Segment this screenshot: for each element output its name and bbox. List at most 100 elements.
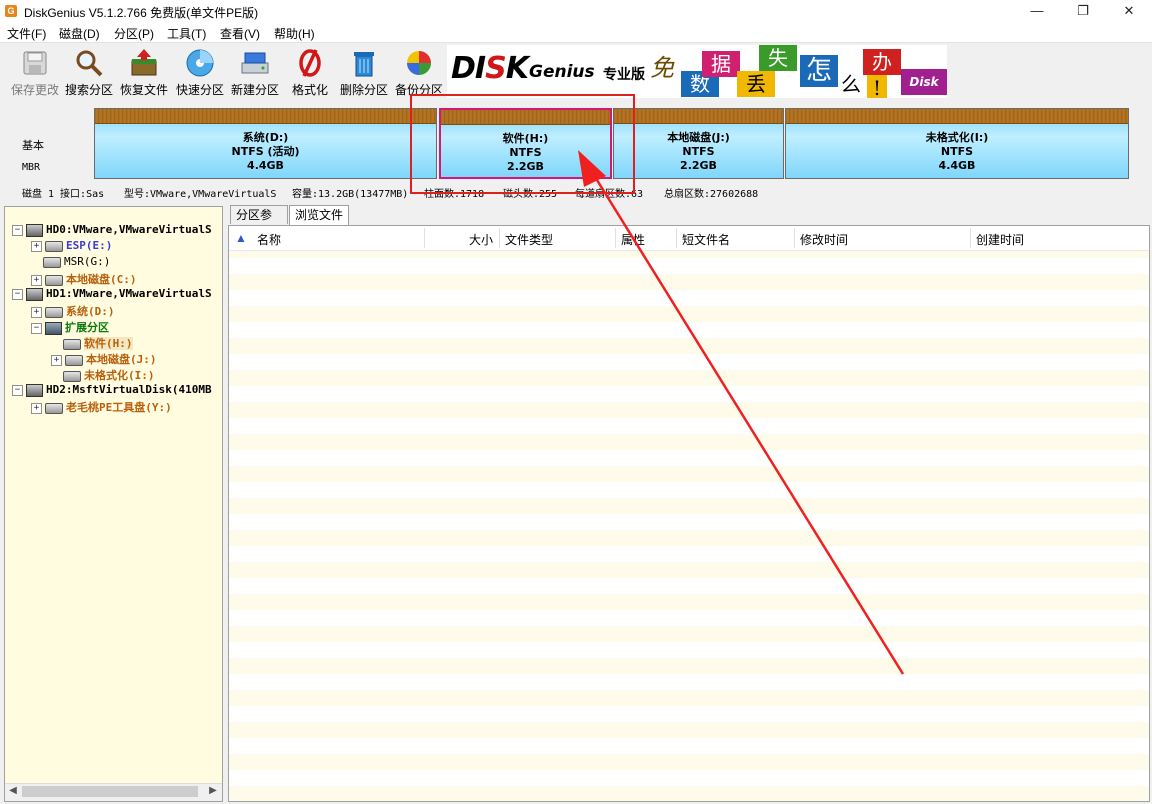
banner-tile: Disk bbox=[901, 69, 947, 95]
partition-icon bbox=[45, 402, 63, 414]
recover-box-icon bbox=[131, 49, 157, 76]
partition-bar bbox=[95, 109, 436, 124]
delete-partition-button[interactable]: 删除分区 bbox=[336, 47, 392, 98]
col-type[interactable]: 文件类型 bbox=[505, 231, 553, 248]
up-folder-icon[interactable]: ▲ bbox=[235, 231, 247, 245]
tree-item-msr[interactable]: MSR(G:) bbox=[43, 255, 110, 271]
tree-item-hd1[interactable]: − HD1:VMware,VMwareVirtualS bbox=[12, 287, 212, 303]
disk-capacity: 容量:13.2GB(13477MB) bbox=[292, 189, 409, 200]
recover-files-button[interactable]: 恢复文件 bbox=[116, 47, 172, 98]
menu-tools[interactable]: 工具(T) bbox=[167, 25, 206, 42]
format-label: 格式化 bbox=[291, 83, 328, 97]
banner-tile: 据 bbox=[702, 51, 740, 77]
title-bar: G DiskGenius V5.1.2.766 免费版(单文件PE版) — ❐ … bbox=[0, 0, 1152, 22]
col-size[interactable]: 大小 bbox=[469, 231, 493, 248]
save-changes-button[interactable]: 保存更改 bbox=[7, 47, 63, 98]
disk-total-sectors: 总扇区数:27602688 bbox=[664, 189, 759, 200]
disk-tree: − HD0:VMware,VMwareVirtualS + ESP(E:) MSR(… bbox=[4, 206, 223, 802]
hard-disk-icon bbox=[26, 223, 43, 237]
tab-partition-params[interactable]: 分区参数 bbox=[230, 205, 288, 240]
disk-interface: 磁盘 1 接口:Sas bbox=[22, 189, 105, 200]
search-partition-button[interactable]: 搜索分区 bbox=[61, 47, 117, 98]
partition-style-label: MBR bbox=[22, 162, 41, 173]
collapse-icon[interactable]: − bbox=[12, 384, 23, 396]
menu-partition[interactable]: 分区(P) bbox=[114, 25, 154, 42]
col-name[interactable]: 名称 bbox=[257, 231, 281, 248]
quick-partition-label: 快速分区 bbox=[175, 83, 224, 97]
scrollbar-thumb[interactable] bbox=[22, 786, 198, 797]
file-list: ▲ 名称 大小 文件类型 属性 短文件名 修改时间 创建时间 bbox=[228, 225, 1150, 802]
partition-text: 软件(H:) NTFS 2.2GB bbox=[502, 132, 549, 173]
col-modified[interactable]: 修改时间 bbox=[800, 231, 848, 248]
hard-disk-icon bbox=[26, 383, 43, 397]
tree-horizontal-scrollbar[interactable]: ◀ ▶ bbox=[5, 783, 222, 801]
partition-block-i[interactable]: 未格式化(I:) NTFS 4.4GB bbox=[785, 108, 1129, 179]
col-attr[interactable]: 属性 bbox=[621, 231, 645, 248]
tree-item-hd2[interactable]: − HD2:MsftVirtualDisk(410MB bbox=[12, 383, 212, 399]
menu-bar: 文件(F) 磁盘(D) 分区(P) 工具(T) 查看(V) 帮助(H) bbox=[0, 22, 1152, 43]
expand-icon[interactable]: + bbox=[31, 240, 42, 252]
maximize-button[interactable]: ❐ bbox=[1060, 0, 1106, 22]
tree-item-y[interactable]: + 老毛桃PE工具盘(Y:) bbox=[31, 399, 172, 415]
menu-file[interactable]: 文件(F) bbox=[7, 25, 46, 42]
disk-map: 基本 MBR 系统(D:) NTFS (活动) 4.4GB 软件(H:) NTF… bbox=[0, 102, 1152, 182]
minimize-button[interactable]: — bbox=[1014, 0, 1060, 22]
new-partition-button[interactable]: 新建分区 bbox=[227, 47, 283, 98]
partition-block-j[interactable]: 本地磁盘(J:) NTFS 2.2GB bbox=[613, 108, 784, 179]
scroll-left-icon[interactable]: ◀ bbox=[6, 785, 20, 796]
banner-tile: ! bbox=[867, 75, 887, 98]
new-partition-label: 新建分区 bbox=[230, 83, 279, 97]
save-icon bbox=[23, 51, 47, 75]
tree-item-i[interactable]: 未格式化(I:) bbox=[63, 367, 155, 383]
col-short-name[interactable]: 短文件名 bbox=[682, 231, 730, 248]
partition-text: 未格式化(I:) NTFS 4.4GB bbox=[925, 131, 989, 172]
partition-bar bbox=[441, 110, 610, 125]
tree-item-hd0[interactable]: − HD0:VMware,VMwareVirtualS bbox=[12, 223, 212, 239]
partition-icon bbox=[43, 256, 61, 268]
menu-help[interactable]: 帮助(H) bbox=[274, 25, 315, 42]
scroll-right-icon[interactable]: ▶ bbox=[206, 785, 220, 796]
quick-partition-button[interactable]: 快速分区 bbox=[172, 47, 228, 98]
tree-item-c[interactable]: + 本地磁盘(C:) bbox=[31, 271, 137, 287]
collapse-icon[interactable]: − bbox=[12, 224, 23, 236]
partition-icon bbox=[45, 306, 63, 318]
col-created[interactable]: 创建时间 bbox=[976, 231, 1024, 248]
partition-block-d[interactable]: 系统(D:) NTFS (活动) 4.4GB bbox=[94, 108, 437, 179]
tree-item-extended[interactable]: − 扩展分区 bbox=[31, 319, 109, 335]
banner-tile: 办 bbox=[863, 49, 901, 75]
new-disk-icon bbox=[241, 52, 269, 74]
tab-browse-files[interactable]: 浏览文件 bbox=[289, 205, 349, 226]
menu-view[interactable]: 查看(V) bbox=[220, 25, 260, 42]
backup-partition-button[interactable]: 备份分区 bbox=[391, 47, 447, 98]
banner-tile: 免 bbox=[650, 54, 674, 82]
backup-partition-label: 备份分区 bbox=[394, 83, 443, 97]
banner-tile: 怎 bbox=[800, 55, 838, 87]
backup-pie-icon bbox=[407, 51, 431, 75]
partition-icon bbox=[45, 240, 63, 252]
banner-tile: 么 bbox=[839, 71, 863, 97]
menu-disk[interactable]: 磁盘(D) bbox=[59, 25, 100, 42]
collapse-icon[interactable]: − bbox=[31, 322, 42, 334]
banner-tile: 失 bbox=[759, 45, 797, 71]
close-button[interactable]: ✕ bbox=[1106, 0, 1152, 22]
search-partition-label: 搜索分区 bbox=[64, 83, 113, 97]
tree-item-h[interactable]: 软件(H:) bbox=[63, 335, 133, 351]
tree-item-esp[interactable]: + ESP(E:) bbox=[31, 239, 112, 255]
tree-item-d[interactable]: + 系统(D:) bbox=[31, 303, 115, 319]
partition-icon bbox=[65, 354, 83, 366]
magnifier-icon bbox=[76, 50, 103, 77]
tree-item-j[interactable]: + 本地磁盘(J:) bbox=[51, 351, 157, 367]
disk-type-label: 基本 bbox=[22, 140, 44, 152]
expand-icon[interactable]: + bbox=[31, 402, 42, 414]
format-button[interactable]: 格式化 bbox=[282, 47, 338, 98]
banner-logo-genius: Genius bbox=[529, 62, 595, 82]
expand-icon[interactable]: + bbox=[51, 354, 62, 366]
partition-block-h[interactable]: 软件(H:) NTFS 2.2GB bbox=[439, 108, 612, 179]
disk-sectors-per-track: 每道扇区数:63 bbox=[575, 189, 644, 200]
delete-partition-label: 删除分区 bbox=[339, 83, 388, 97]
expand-icon[interactable]: + bbox=[31, 274, 42, 286]
disk-cylinders: 柱面数:1718 bbox=[424, 189, 485, 200]
expand-icon[interactable]: + bbox=[31, 306, 42, 318]
partition-bar bbox=[614, 109, 783, 124]
collapse-icon[interactable]: − bbox=[12, 288, 23, 300]
